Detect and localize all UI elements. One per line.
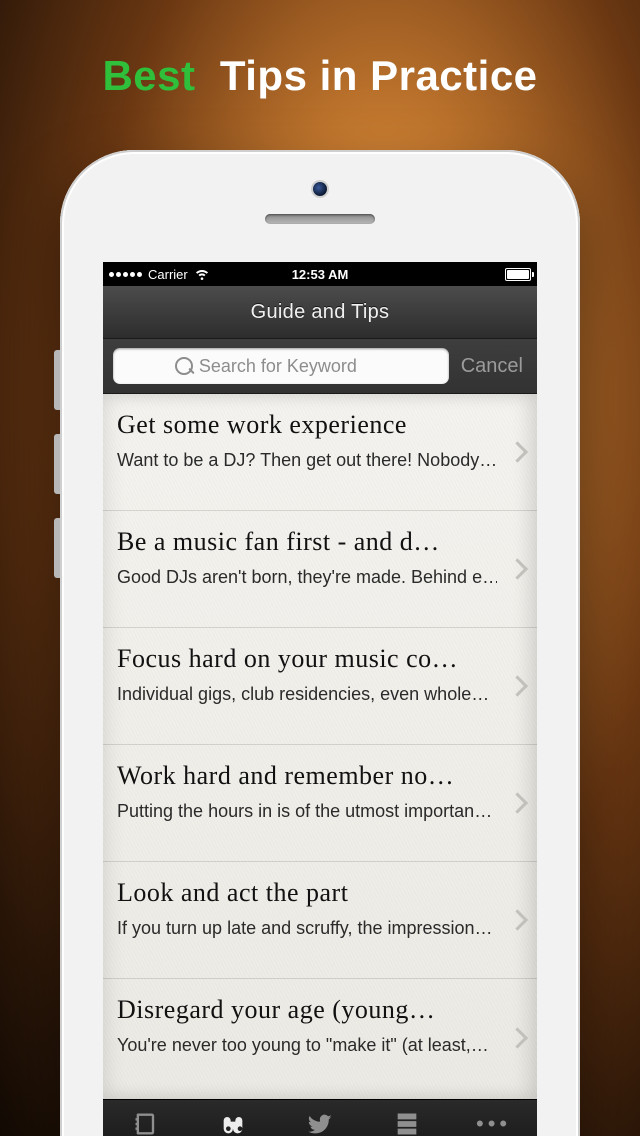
list-item[interactable]: Focus hard on your music co… Individual … <box>103 628 537 745</box>
device-screen: Carrier 12:53 AM Guide and Tips Searc <box>103 262 537 1136</box>
earpiece-speaker <box>265 214 375 224</box>
list-item[interactable]: Look and act the part If you turn up lat… <box>103 862 537 979</box>
tip-subtitle: Want to be a DJ? Then get out there! Nob… <box>117 450 497 471</box>
list-item[interactable]: Be a music fan first - and d… Good DJs a… <box>103 511 537 628</box>
tip-title: Focus hard on your music co… <box>117 644 497 674</box>
chevron-right-icon <box>507 792 528 813</box>
headline-highlight: Best <box>102 52 195 99</box>
carrier-label: Carrier <box>148 267 188 282</box>
search-bar: Search for Keyword Cancel <box>103 339 537 394</box>
cancel-button[interactable]: Cancel <box>457 355 527 378</box>
tip-subtitle: Putting the hours in is of the utmost im… <box>117 801 497 822</box>
tip-title: Look and act the part <box>117 878 497 908</box>
tip-title: Be a music fan first - and d… <box>117 527 497 557</box>
tip-subtitle: If you turn up late and scruffy, the imp… <box>117 918 497 939</box>
list-item[interactable]: Get some work experience Want to be a DJ… <box>103 394 537 511</box>
battery-icon <box>505 268 531 281</box>
tab-know-how[interactable]: Know How <box>103 1100 190 1136</box>
tip-subtitle: Individual gigs, club residencies, even … <box>117 684 497 705</box>
tip-title: Work hard and remember no… <box>117 761 497 791</box>
list-item[interactable]: Disregard your age (young… You're never … <box>103 979 537 1096</box>
clock-label: 12:53 AM <box>292 267 349 282</box>
tip-title: Get some work experience <box>117 410 497 440</box>
headline-rest: Tips in Practice <box>220 52 538 99</box>
tab-tweets[interactable]: tweets <box>277 1100 364 1136</box>
chevron-right-icon <box>507 1027 528 1048</box>
tab-more[interactable]: ••• More <box>450 1100 537 1136</box>
drawers-icon <box>393 1110 421 1136</box>
more-icon: ••• <box>476 1110 511 1136</box>
tab-bar: Know How Tips tweets <box>103 1099 537 1136</box>
twitter-icon <box>306 1110 334 1136</box>
search-input[interactable]: Search for Keyword <box>113 348 449 384</box>
search-placeholder: Search for Keyword <box>199 356 357 377</box>
page-title: Guide and Tips <box>251 301 390 324</box>
tab-tips[interactable]: Tips <box>190 1100 277 1136</box>
search-icon <box>175 357 193 375</box>
tip-subtitle: Good DJs aren't born, they're made. Behi… <box>117 567 497 588</box>
signal-icon <box>109 272 142 277</box>
chevron-right-icon <box>507 675 528 696</box>
wifi-icon <box>194 265 210 283</box>
status-bar: Carrier 12:53 AM <box>103 262 537 286</box>
notebook-icon <box>132 1110 160 1136</box>
tip-title: Disregard your age (young… <box>117 995 497 1025</box>
device-frame: Carrier 12:53 AM Guide and Tips Searc <box>60 150 580 1136</box>
chevron-right-icon <box>507 909 528 930</box>
nav-title-bar: Guide and Tips <box>103 286 537 339</box>
tip-subtitle: You're never too young to "make it" (at … <box>117 1035 497 1056</box>
camera-dot <box>313 182 327 196</box>
tab-videos[interactable]: Videos <box>363 1100 450 1136</box>
marketing-headline: Best Tips in Practice <box>0 52 640 100</box>
chevron-right-icon <box>507 441 528 462</box>
list-item[interactable]: Work hard and remember no… Putting the h… <box>103 745 537 862</box>
binoculars-icon <box>219 1110 247 1136</box>
chevron-right-icon <box>507 558 528 579</box>
tips-list[interactable]: Get some work experience Want to be a DJ… <box>103 394 537 1099</box>
